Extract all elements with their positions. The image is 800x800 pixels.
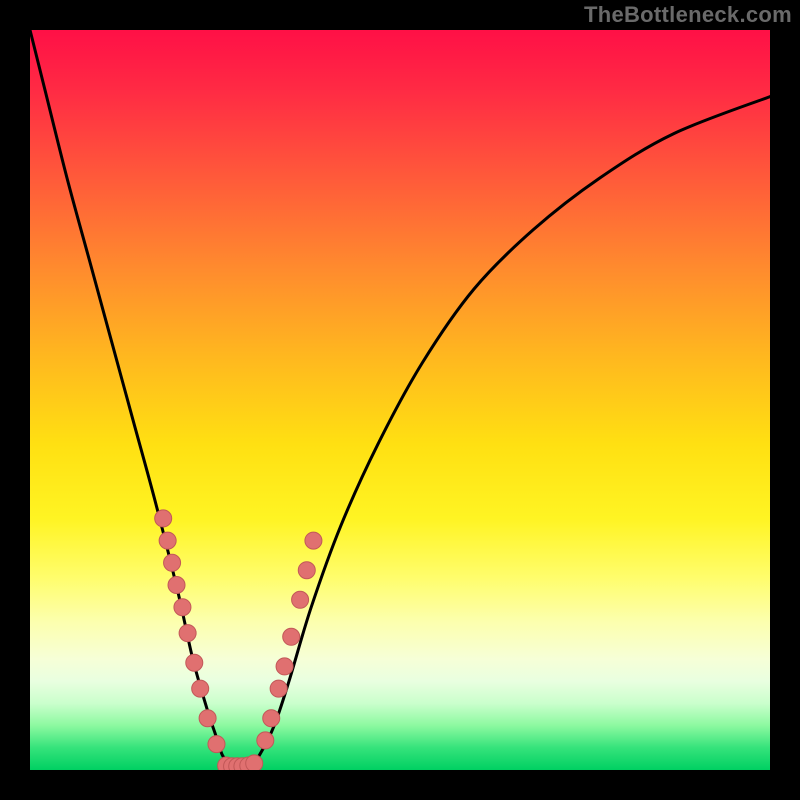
data-marker bbox=[159, 532, 176, 549]
data-marker bbox=[276, 658, 293, 675]
data-marker bbox=[292, 591, 309, 608]
data-marker bbox=[270, 680, 287, 697]
data-marker bbox=[164, 554, 181, 571]
data-marker bbox=[179, 625, 196, 642]
data-marker bbox=[208, 736, 225, 753]
data-marker bbox=[168, 576, 185, 593]
data-marker bbox=[174, 599, 191, 616]
data-marker bbox=[155, 510, 172, 527]
data-marker bbox=[298, 562, 315, 579]
bottleneck-curve bbox=[30, 30, 770, 767]
watermark-text: TheBottleneck.com bbox=[584, 2, 792, 28]
data-marker bbox=[305, 532, 322, 549]
plot-area bbox=[30, 30, 770, 770]
data-marker bbox=[257, 732, 274, 749]
data-marker bbox=[283, 628, 300, 645]
data-marker bbox=[246, 755, 263, 770]
curve-layer bbox=[30, 30, 770, 770]
data-marker bbox=[263, 710, 280, 727]
data-marker bbox=[192, 680, 209, 697]
data-marker bbox=[186, 654, 203, 671]
marker-group bbox=[155, 510, 322, 770]
chart-frame: TheBottleneck.com bbox=[0, 0, 800, 800]
data-marker bbox=[199, 710, 216, 727]
